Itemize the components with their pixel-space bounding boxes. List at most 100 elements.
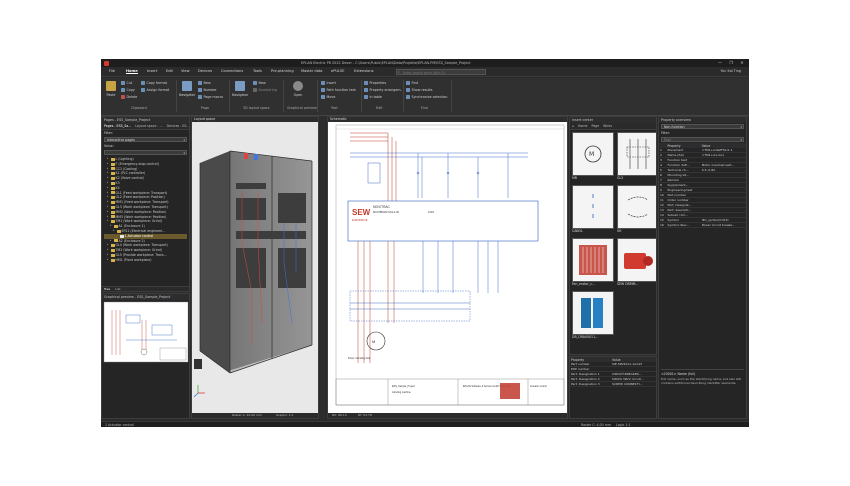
insert-item[interactable]: SH (617, 185, 656, 235)
tab-list[interactable]: List (115, 287, 120, 291)
movitrac-label: MOVITRAC (373, 205, 391, 209)
pages-navigator-panel: Pages - ESS_Sample_Project Pages - ESS_S… (101, 116, 190, 292)
user-name[interactable]: Yun Kai Ting (720, 69, 741, 73)
page-number-button[interactable]: Number (198, 88, 217, 92)
search-input[interactable] (397, 70, 485, 75)
insert-item[interactable]: SEW DRMM... (617, 238, 656, 288)
value-field[interactable] (104, 150, 187, 155)
find-button[interactable]: Find (406, 81, 418, 85)
show-results-icon (406, 88, 410, 92)
page-macro-button[interactable]: Page macro (198, 95, 223, 99)
properties-button[interactable]: Properties (364, 81, 386, 85)
tab-layout-space[interactable]: Layout space - ... (135, 124, 162, 128)
tab-tree[interactable]: Tree (104, 287, 110, 291)
filter-dropdown[interactable]: Interactive pages (104, 137, 187, 142)
breadcrumb-home[interactable]: Home (578, 124, 587, 128)
property-name: Part: Designation 3 (570, 381, 612, 387)
layout-numbering-label: Numbering (258, 88, 277, 92)
schematic-view[interactable]: Schematic SEW EURODRIVE MOVITRAC MC07B00… (327, 116, 568, 419)
layout-view-tab[interactable]: Layout space (192, 117, 318, 122)
path-function-text-button[interactable]: Path function text (321, 88, 356, 92)
insert-item[interactable]: DB_DRA00011... (572, 291, 614, 341)
folder-icon (111, 220, 115, 224)
minimize-button[interactable]: — (717, 60, 723, 66)
device-code-label: MC07B0022-5A3-4-00 (373, 210, 400, 214)
folder-icon (117, 229, 121, 233)
synchronize-selection-button[interactable]: Synchronize selection (406, 95, 447, 99)
home-icon[interactable]: ⌂ (572, 124, 574, 128)
tab-pre-planning[interactable]: Pre-planning (271, 69, 294, 73)
tab-extensions[interactable]: Extensions (354, 69, 374, 73)
table-row[interactable]: Part: Designation 2 SIRIUS 3RV2 circuit..… (570, 376, 656, 382)
page-macro-label: Page macro (203, 95, 223, 99)
cut-button[interactable]: Cut (121, 81, 132, 85)
table-row[interactable]: Part: Designation 3 SCREW CONNECTI... (570, 381, 656, 387)
delete-button[interactable]: Delete (121, 95, 137, 99)
show-results-label: Show results (411, 88, 433, 92)
layout-numbering-button[interactable]: Numbering (253, 88, 277, 92)
search-box[interactable]: ⌕ (396, 68, 486, 75)
tab-master-data[interactable]: Master data (301, 69, 323, 73)
assign-format-button[interactable]: Assign format (141, 88, 169, 92)
expand-icon[interactable]: ▸ (107, 258, 110, 263)
insert-center-grid: M MB GL2 CABOL SH Fan_motor_c... SEW DRM… (570, 130, 656, 343)
tab-connections[interactable]: Connections (221, 69, 243, 73)
page-macro-icon (198, 95, 202, 99)
tab-view[interactable]: View (181, 69, 190, 73)
tab-devices[interactable]: Devices (198, 69, 212, 73)
insert-item[interactable]: Fan_motor_c... (572, 238, 614, 288)
motor-symbol (366, 331, 386, 351)
table-row[interactable]: 4 Function defi... Motor overload swit... (659, 162, 746, 168)
folder-icon (111, 177, 115, 181)
folder-icon (111, 205, 115, 209)
assign-format-label: Assign format (146, 88, 170, 92)
tab-file[interactable]: File (109, 69, 115, 73)
breadcrumb-page[interactable]: Page (591, 124, 599, 128)
insert-item[interactable]: GL2 (617, 132, 656, 182)
drive-module-thumbnail (572, 291, 614, 335)
new-layout-icon (253, 81, 257, 85)
maximize-button[interactable]: ❐ (728, 60, 734, 66)
folder-icon (111, 244, 115, 248)
close-button[interactable]: ✕ (739, 60, 745, 66)
path-function-text-label: Path function text (326, 88, 356, 92)
breadcrumb-wires[interactable]: Wires (603, 124, 612, 128)
page-new-button[interactable]: New (198, 81, 211, 85)
in-table-button[interactable]: In table (364, 95, 382, 99)
layout-space-view[interactable]: Layout space Raster A: 10.00 mm Graphic … (191, 116, 319, 419)
paste-button[interactable]: Paste (106, 81, 116, 97)
tab-devices-nav[interactable]: Devices - ES... (167, 124, 189, 128)
insert-item[interactable]: CABOL (572, 185, 614, 235)
tab-edit[interactable]: Edit (166, 69, 173, 73)
page-navigator-button[interactable]: Navigator (179, 81, 195, 97)
text-move-button[interactable]: Move (321, 95, 335, 99)
tree-item[interactable]: ▸ HM1 (Plant workpiece) (104, 258, 187, 263)
folder-icon (111, 210, 115, 214)
property-find-field[interactable]: Find (661, 137, 744, 142)
window-controls: — ❐ ✕ (717, 60, 745, 66)
layout-navigator-icon (235, 81, 246, 91)
text-insert-button[interactable]: Insert (321, 81, 336, 85)
layout-new-button[interactable]: New (253, 81, 266, 85)
show-results-button[interactable]: Show results (406, 88, 433, 92)
table-row[interactable]: 16 Symbol desc... Power circuit breake... (659, 222, 746, 228)
property-arrangement-button[interactable]: Property arrangem. (364, 88, 402, 92)
preview-open-button[interactable]: Open (293, 81, 303, 97)
axis-triad-icon (193, 385, 205, 398)
tab-pages[interactable]: Pages - ESS_Sa... (104, 124, 131, 128)
expand-icon[interactable]: ▸ (110, 239, 113, 244)
tab-insert[interactable]: Insert (147, 69, 157, 73)
tab-tools[interactable]: Tools (253, 69, 262, 73)
tab-epulse[interactable]: ePULSE (331, 69, 345, 73)
properties-icon (364, 81, 368, 85)
property-value[interactable]: Power circuit breake... (700, 222, 746, 228)
tab-home[interactable]: Home (126, 69, 138, 74)
copy-format-button[interactable]: Copy format (141, 81, 167, 85)
insert-item[interactable]: M MB (572, 132, 614, 182)
copy-button[interactable]: Copy (121, 88, 135, 92)
property-scope-dropdown[interactable]: Non-function (661, 124, 744, 129)
schematic-view-tab[interactable]: Schematic (328, 117, 567, 122)
expand-icon[interactable]: ▸ (113, 229, 116, 234)
layout-navigator-button[interactable]: Navigator (232, 81, 248, 97)
group-3d-layout-label: 3D layout space (243, 106, 270, 110)
